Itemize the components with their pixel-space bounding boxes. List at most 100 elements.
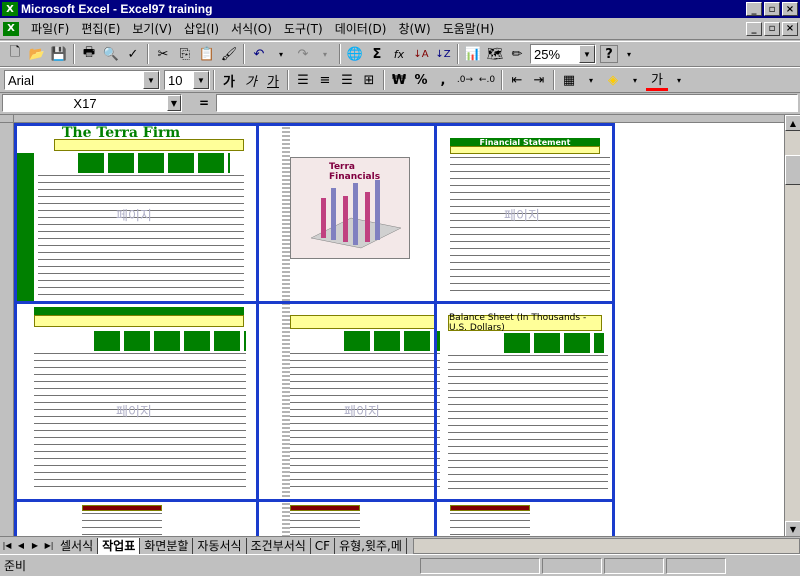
name-box[interactable]: X17 ▼ xyxy=(2,94,182,112)
percent-button[interactable]: % xyxy=(410,69,432,91)
page-break-top[interactable] xyxy=(14,123,614,126)
decrease-indent-icon[interactable]: ⇤ xyxy=(506,69,528,91)
page-break-horizontal-1[interactable] xyxy=(14,301,614,304)
open-icon[interactable]: 📂 xyxy=(26,43,48,65)
help-icon[interactable]: ? xyxy=(600,45,618,63)
spelling-icon[interactable]: ✓ xyxy=(122,43,144,65)
menu-view[interactable]: 보기(V) xyxy=(126,20,178,37)
borders-icon[interactable]: ▦ xyxy=(558,69,580,91)
last-sheet-icon[interactable]: ▶| xyxy=(42,539,56,553)
excel-icon[interactable]: X xyxy=(2,2,18,16)
undo-dropdown-icon[interactable]: ▾ xyxy=(270,43,292,65)
italic-button[interactable]: 가 xyxy=(240,69,262,91)
paste-icon[interactable]: 📋 xyxy=(196,43,218,65)
tab-conditional-format[interactable]: 조건부서식 xyxy=(247,537,311,554)
scroll-up-icon[interactable]: ▲ xyxy=(785,115,800,131)
increase-indent-icon[interactable]: ⇥ xyxy=(528,69,550,91)
toolbar-options-icon[interactable]: ▾ xyxy=(618,43,640,65)
map-icon[interactable]: 🗺 xyxy=(484,43,506,65)
print-icon[interactable]: 🖶 xyxy=(78,43,100,65)
fill-color-icon[interactable]: ◈ xyxy=(602,69,624,91)
cut-icon[interactable]: ✂ xyxy=(152,43,174,65)
maximize-button[interactable]: ▫ xyxy=(764,2,780,16)
prev-sheet-icon[interactable]: ◀ xyxy=(14,539,28,553)
doc-close-button[interactable]: × xyxy=(782,21,798,36)
workbook-icon[interactable]: X xyxy=(3,21,19,36)
page-break-right[interactable] xyxy=(612,123,615,536)
fill-color-dropdown-icon[interactable]: ▾ xyxy=(624,69,646,91)
chevron-down-icon[interactable]: ▼ xyxy=(193,71,209,89)
font-combo[interactable]: Arial ▼ xyxy=(4,70,160,90)
menu-file[interactable]: 파일(F) xyxy=(25,20,75,37)
chevron-down-icon[interactable]: ▼ xyxy=(167,95,181,111)
tab-worksheet[interactable]: 작업표 xyxy=(98,537,141,554)
next-sheet-icon[interactable]: ▶ xyxy=(28,539,42,553)
page-break-vertical-2[interactable] xyxy=(434,123,437,536)
format-painter-icon[interactable]: 🖌 xyxy=(218,43,240,65)
borders-dropdown-icon[interactable]: ▾ xyxy=(580,69,602,91)
web-icon[interactable]: 🌐 xyxy=(344,43,366,65)
menu-format[interactable]: 서식(O) xyxy=(225,20,278,37)
currency-button[interactable]: ₩ xyxy=(388,69,410,91)
close-button[interactable]: × xyxy=(782,2,798,16)
function-icon[interactable]: fx xyxy=(388,43,410,65)
sort-descending-icon[interactable]: ↓Z xyxy=(432,43,454,65)
doc-minimize-button[interactable]: _ xyxy=(746,21,762,36)
font-color-dropdown-icon[interactable]: ▾ xyxy=(668,69,690,91)
menu-tools[interactable]: 도구(T) xyxy=(278,20,329,37)
autosum-icon[interactable]: Σ xyxy=(366,43,388,65)
sort-ascending-icon[interactable]: ↓A xyxy=(410,43,432,65)
scroll-thumb[interactable] xyxy=(785,155,800,185)
merge-center-icon[interactable]: ⊞ xyxy=(358,69,380,91)
worksheet-area[interactable]: The Terra Firm 페이지 Terra Financials Fina… xyxy=(0,114,800,536)
column-headers[interactable] xyxy=(14,115,784,123)
align-center-icon[interactable]: ≡ xyxy=(314,69,336,91)
redo-icon[interactable]: ↷ xyxy=(292,43,314,65)
comma-button[interactable]: , xyxy=(432,69,454,91)
page-break-vertical-1[interactable] xyxy=(256,123,259,536)
doc-restore-button[interactable]: ▫ xyxy=(764,21,780,36)
tab-split-view[interactable]: 화면분할 xyxy=(140,537,194,554)
tab-cf[interactable]: CF xyxy=(311,537,336,554)
tab-cell-format[interactable]: 셀서식 xyxy=(56,537,99,554)
edit-formula-button[interactable]: = xyxy=(192,96,216,110)
font-color-button[interactable]: 가 xyxy=(646,69,668,91)
menu-edit[interactable]: 편집(E) xyxy=(75,20,126,37)
align-right-icon[interactable]: ☰ xyxy=(336,69,358,91)
redo-dropdown-icon[interactable]: ▾ xyxy=(314,43,336,65)
row-headers[interactable] xyxy=(0,123,14,536)
chart-wizard-icon[interactable]: 📊 xyxy=(462,43,484,65)
horizontal-scrollbar[interactable] xyxy=(412,537,800,554)
print-preview-icon[interactable]: 🔍 xyxy=(100,43,122,65)
select-all-corner[interactable] xyxy=(0,115,14,123)
tab-autoformat[interactable]: 자동서식 xyxy=(193,537,247,554)
underline-button[interactable]: 가 xyxy=(262,69,284,91)
formula-input[interactable] xyxy=(216,94,798,112)
save-icon[interactable]: 💾 xyxy=(48,43,70,65)
copy-icon[interactable]: ⎘ xyxy=(174,43,196,65)
first-sheet-icon[interactable]: |◀ xyxy=(0,539,14,553)
increase-decimal-icon[interactable]: .0→ xyxy=(454,69,476,91)
vertical-scrollbar[interactable]: ▲ ▼ xyxy=(784,115,800,536)
drawing-icon[interactable]: ✏ xyxy=(506,43,528,65)
menu-data[interactable]: 데이터(D) xyxy=(329,20,393,37)
bold-button[interactable]: 가 xyxy=(218,69,240,91)
chevron-down-icon[interactable]: ▼ xyxy=(579,45,595,63)
page-break-horizontal-2[interactable] xyxy=(14,499,614,502)
menu-help[interactable]: 도움말(H) xyxy=(437,20,501,37)
menu-insert[interactable]: 삽입(I) xyxy=(178,20,225,37)
align-left-icon[interactable]: ☰ xyxy=(292,69,314,91)
zoom-combo[interactable]: 25% ▼ xyxy=(530,44,596,64)
chevron-down-icon[interactable]: ▼ xyxy=(143,71,159,89)
tab-type-notes[interactable]: 유형,윗주,메 xyxy=(335,537,407,554)
minimize-button[interactable]: _ xyxy=(746,2,762,16)
undo-icon[interactable]: ↶ xyxy=(248,43,270,65)
new-icon[interactable]: 🗋 xyxy=(4,43,26,65)
page-break-left[interactable] xyxy=(14,123,17,536)
decrease-decimal-icon[interactable]: ←.0 xyxy=(476,69,498,91)
chart-object[interactable]: Terra Financials xyxy=(290,157,410,259)
page-break-preview[interactable]: The Terra Firm 페이지 Terra Financials Fina… xyxy=(14,123,784,536)
font-size-combo[interactable]: 10 ▼ xyxy=(164,70,210,90)
menu-window[interactable]: 창(W) xyxy=(392,20,436,37)
scroll-down-icon[interactable]: ▼ xyxy=(785,521,800,536)
